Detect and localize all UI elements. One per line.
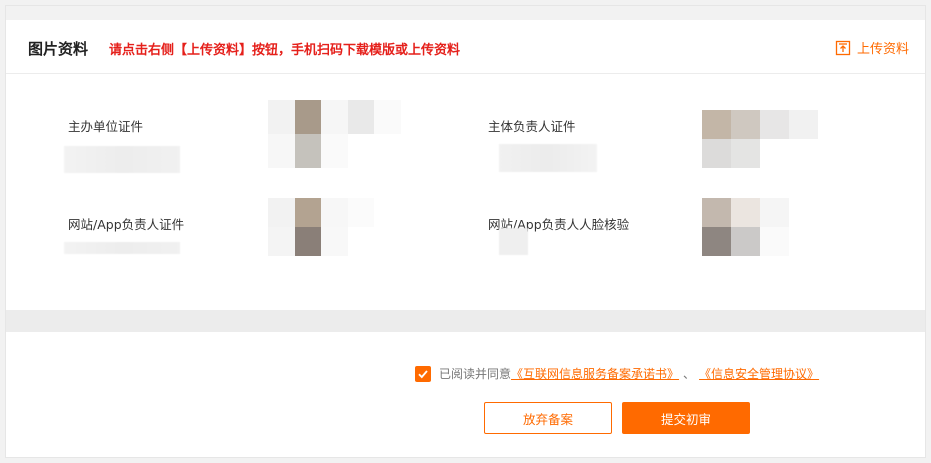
doc-label-organizer-certificate: 主办单位证件	[68, 119, 144, 134]
blurred-file-name	[64, 242, 180, 254]
doc-thumbnail-principal[interactable]	[702, 110, 818, 168]
image-materials-panel: 图片资料 请点击右侧【上传资料】按钮，手机扫码下载模版或上传资料 上传资料 主办…	[6, 20, 925, 310]
agreement-prefix: 已阅读并同意	[439, 367, 512, 381]
blurred-file-name	[64, 146, 180, 173]
upload-icon	[835, 40, 851, 56]
upload-materials-label: 上传资料	[856, 42, 909, 57]
commitment-agreement-link[interactable]: 《互联网信息服务备案承诺书》	[511, 365, 679, 382]
doc-label-website-principal-certificate: 网站/App负责人证件	[68, 217, 185, 232]
panel-title: 图片资料	[28, 40, 89, 58]
upload-hint: 请点击右侧【上传资料】按钮，手机扫码下载模版或上传资料	[109, 43, 461, 58]
footer-actions: 已阅读并同意 《互联网信息服务备案承诺书》 、 《信息安全管理协议》 放弃备案 …	[6, 332, 925, 457]
checkmark-icon	[418, 369, 428, 378]
doc-label-principal-certificate: 主体负责人证件	[488, 119, 576, 134]
page-frame: 图片资料 请点击右侧【上传资料】按钮，手机扫码下载模版或上传资料 上传资料 主办…	[5, 5, 926, 458]
agreement-row: 已阅读并同意 《互联网信息服务备案承诺书》 、 《信息安全管理协议》	[415, 365, 819, 382]
agreement-separator: 、	[683, 367, 696, 381]
blurred-file-name	[499, 144, 597, 172]
submit-review-button[interactable]: 提交初审	[622, 402, 750, 434]
blurred-file-name	[499, 228, 528, 255]
agreement-checkbox[interactable]	[415, 365, 431, 382]
section-divider	[6, 310, 925, 332]
upload-materials-button[interactable]: 上传资料	[835, 38, 909, 57]
panel-header: 图片资料 请点击右侧【上传资料】按钮，手机扫码下载模版或上传资料 上传资料	[6, 20, 925, 74]
doc-thumbnail-face-verification[interactable]	[702, 198, 818, 256]
doc-thumbnail-website-principal[interactable]	[268, 198, 401, 256]
abandon-filing-button[interactable]: 放弃备案	[484, 402, 612, 434]
security-agreement-link[interactable]: 《信息安全管理协议》	[699, 365, 819, 382]
doc-thumbnail-organizer[interactable]	[268, 100, 401, 168]
